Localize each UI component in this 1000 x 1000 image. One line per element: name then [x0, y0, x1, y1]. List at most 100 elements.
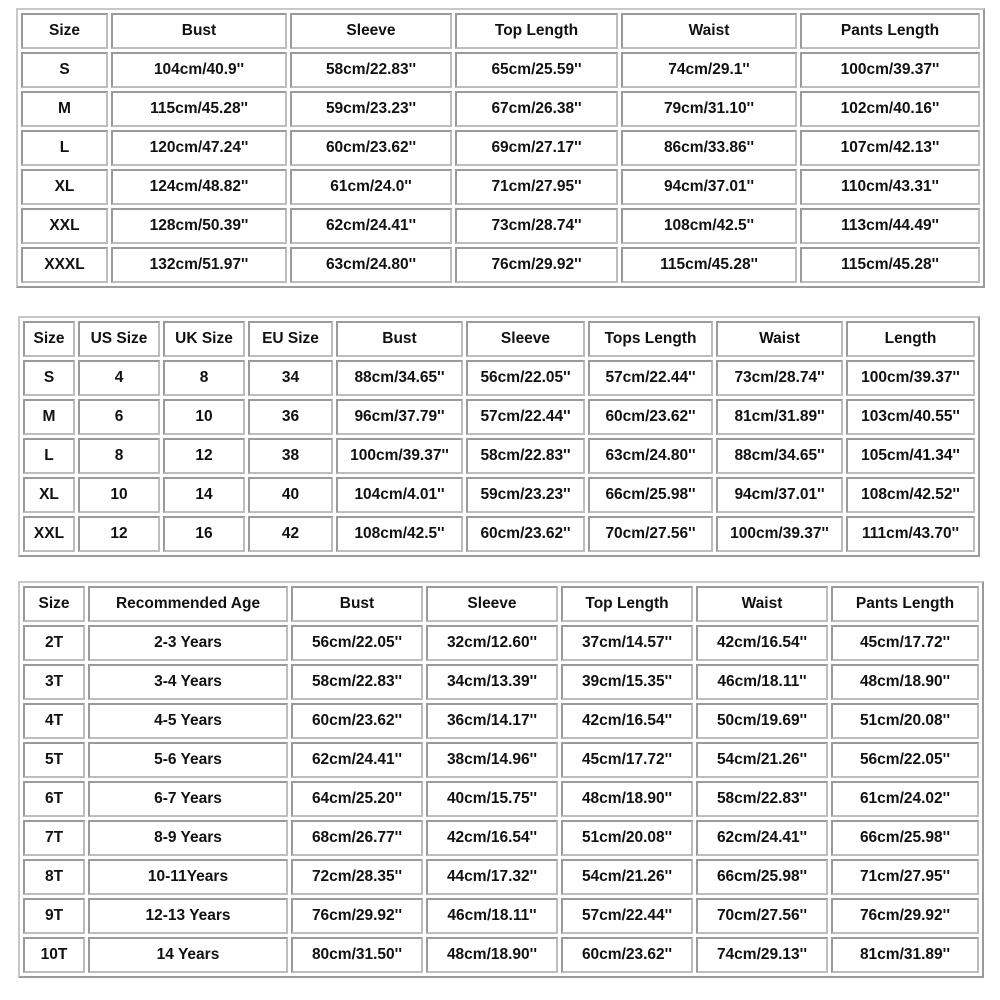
table-cell: XL [21, 169, 108, 205]
table-cell: 45cm/17.72'' [831, 625, 979, 661]
table-cell: 62cm/24.41'' [290, 208, 452, 244]
table-cell: 2-3 Years [88, 625, 288, 661]
table-cell: 57cm/22.44'' [466, 399, 585, 435]
table-cell: 50cm/19.69'' [696, 703, 828, 739]
adult-size-table: Size Bust Sleeve Top Length Waist Pants Lengt… [16, 8, 985, 288]
table-cell: 104cm/4.01'' [336, 477, 463, 513]
table-cell: 105cm/41.34'' [846, 438, 975, 474]
table-cell: 59cm/23.23'' [290, 91, 452, 127]
table-cell: 110cm/43.31'' [800, 169, 980, 205]
table-cell: 3-4 Years [88, 664, 288, 700]
header-cell: Sleeve [466, 321, 585, 357]
table-cell: 59cm/23.23'' [466, 477, 585, 513]
table-cell: 113cm/44.49'' [800, 208, 980, 244]
table-cell: 64cm/25.20'' [291, 781, 423, 817]
table-cell: L [23, 438, 75, 474]
table-row: M 6 10 36 96cm/37.79'' 57cm/22.44'' 60cm/23.62… [23, 399, 975, 435]
header-cell: Size [23, 321, 75, 357]
table-cell: 80cm/31.50'' [291, 937, 423, 973]
table-cell: 70cm/27.56'' [588, 516, 713, 552]
table-cell: 71cm/27.95'' [455, 169, 618, 205]
table-cell: 5-6 Years [88, 742, 288, 778]
table-cell: 71cm/27.95'' [831, 859, 979, 895]
table-cell: 51cm/20.08'' [561, 820, 693, 856]
table-cell: 16 [163, 516, 245, 552]
table-cell: 57cm/22.44'' [561, 898, 693, 934]
header-cell: Sleeve [426, 586, 558, 622]
table-row: 9T 12-13 Years 76cm/29.92'' 46cm/18.11'' 57c… [23, 898, 979, 934]
header-cell: Recommended Age [88, 586, 288, 622]
table-cell: 54cm/21.26'' [561, 859, 693, 895]
header-cell: Top Length [561, 586, 693, 622]
table-cell: 66cm/25.98'' [588, 477, 713, 513]
table-row: 2T 2-3 Years 56cm/22.05'' 32cm/12.60'' 37cm/… [23, 625, 979, 661]
table-cell: 34cm/13.39'' [426, 664, 558, 700]
table-cell: 128cm/50.39'' [111, 208, 287, 244]
table-cell: 36cm/14.17'' [426, 703, 558, 739]
table-row: 10T 14 Years 80cm/31.50'' 48cm/18.90'' 60cm/… [23, 937, 979, 973]
table-row: M 115cm/45.28'' 59cm/23.23'' 67cm/26.38'' 79… [21, 91, 980, 127]
header-cell: Length [846, 321, 975, 357]
table-cell: 8 [163, 360, 245, 396]
table-cell: 56cm/22.05'' [831, 742, 979, 778]
table-cell: 56cm/22.05'' [291, 625, 423, 661]
table-cell: 56cm/22.05'' [466, 360, 585, 396]
table-cell: 103cm/40.55'' [846, 399, 975, 435]
table-row: 3T 3-4 Years 58cm/22.83'' 34cm/13.39'' 39cm/… [23, 664, 979, 700]
table-row: 7T 8-9 Years 68cm/26.77'' 42cm/16.54'' 51cm/… [23, 820, 979, 856]
table-cell: 4T [23, 703, 85, 739]
table-cell: 10 [163, 399, 245, 435]
table-cell: 60cm/23.62'' [466, 516, 585, 552]
table-cell: 46cm/18.11'' [696, 664, 828, 700]
table-cell: 67cm/26.38'' [455, 91, 618, 127]
header-cell: Tops Length [588, 321, 713, 357]
table-cell: 69cm/27.17'' [455, 130, 618, 166]
table-cell: 40cm/15.75'' [426, 781, 558, 817]
header-cell: Size [21, 13, 108, 49]
table-cell: 48cm/18.90'' [426, 937, 558, 973]
table-row: L 120cm/47.24'' 60cm/23.62'' 69cm/27.17'' 86… [21, 130, 980, 166]
table-cell: 4 [78, 360, 160, 396]
table-cell: 54cm/21.26'' [696, 742, 828, 778]
table-cell: 46cm/18.11'' [426, 898, 558, 934]
table-cell: 61cm/24.0'' [290, 169, 452, 205]
table-cell: 8 [78, 438, 160, 474]
table-cell: 79cm/31.10'' [621, 91, 797, 127]
table-cell: 76cm/29.92'' [291, 898, 423, 934]
table-cell: 36 [248, 399, 333, 435]
table-cell: L [21, 130, 108, 166]
table-cell: 51cm/20.08'' [831, 703, 979, 739]
table-cell: 42cm/16.54'' [426, 820, 558, 856]
table-row: 8T 10-11Years 72cm/28.35'' 44cm/17.32'' 54cm… [23, 859, 979, 895]
table-cell: 81cm/31.89'' [716, 399, 843, 435]
table-row: XL 124cm/48.82'' 61cm/24.0'' 71cm/27.95'' 94… [21, 169, 980, 205]
table-cell: 62cm/24.41'' [696, 820, 828, 856]
table-cell: 58cm/22.83'' [291, 664, 423, 700]
table-cell: 74cm/29.1'' [621, 52, 797, 88]
header-cell: Bust [111, 13, 287, 49]
table-cell: 76cm/29.92'' [831, 898, 979, 934]
table-cell: 88cm/34.65'' [336, 360, 463, 396]
table-cell: 108cm/42.52'' [846, 477, 975, 513]
table-cell: 74cm/29.13'' [696, 937, 828, 973]
header-cell: Size [23, 586, 85, 622]
table-cell: 44cm/17.32'' [426, 859, 558, 895]
table-row: 6T 6-7 Years 64cm/25.20'' 40cm/15.75'' 48cm/… [23, 781, 979, 817]
table-cell: 115cm/45.28'' [111, 91, 287, 127]
table-cell: 57cm/22.44'' [588, 360, 713, 396]
table-cell: 61cm/24.02'' [831, 781, 979, 817]
header-cell: Waist [716, 321, 843, 357]
table-cell: 45cm/17.72'' [561, 742, 693, 778]
table-cell: 48cm/18.90'' [561, 781, 693, 817]
table-cell: 115cm/45.28'' [800, 247, 980, 283]
table-cell: 120cm/47.24'' [111, 130, 287, 166]
table-cell: 6-7 Years [88, 781, 288, 817]
header-cell: Pants Length [800, 13, 980, 49]
table-cell: 58cm/22.83'' [466, 438, 585, 474]
table-cell: 37cm/14.57'' [561, 625, 693, 661]
table-cell: M [21, 91, 108, 127]
table-cell: 100cm/39.37'' [716, 516, 843, 552]
table-cell: 8T [23, 859, 85, 895]
header-cell: Bust [291, 586, 423, 622]
table-cell: XL [23, 477, 75, 513]
